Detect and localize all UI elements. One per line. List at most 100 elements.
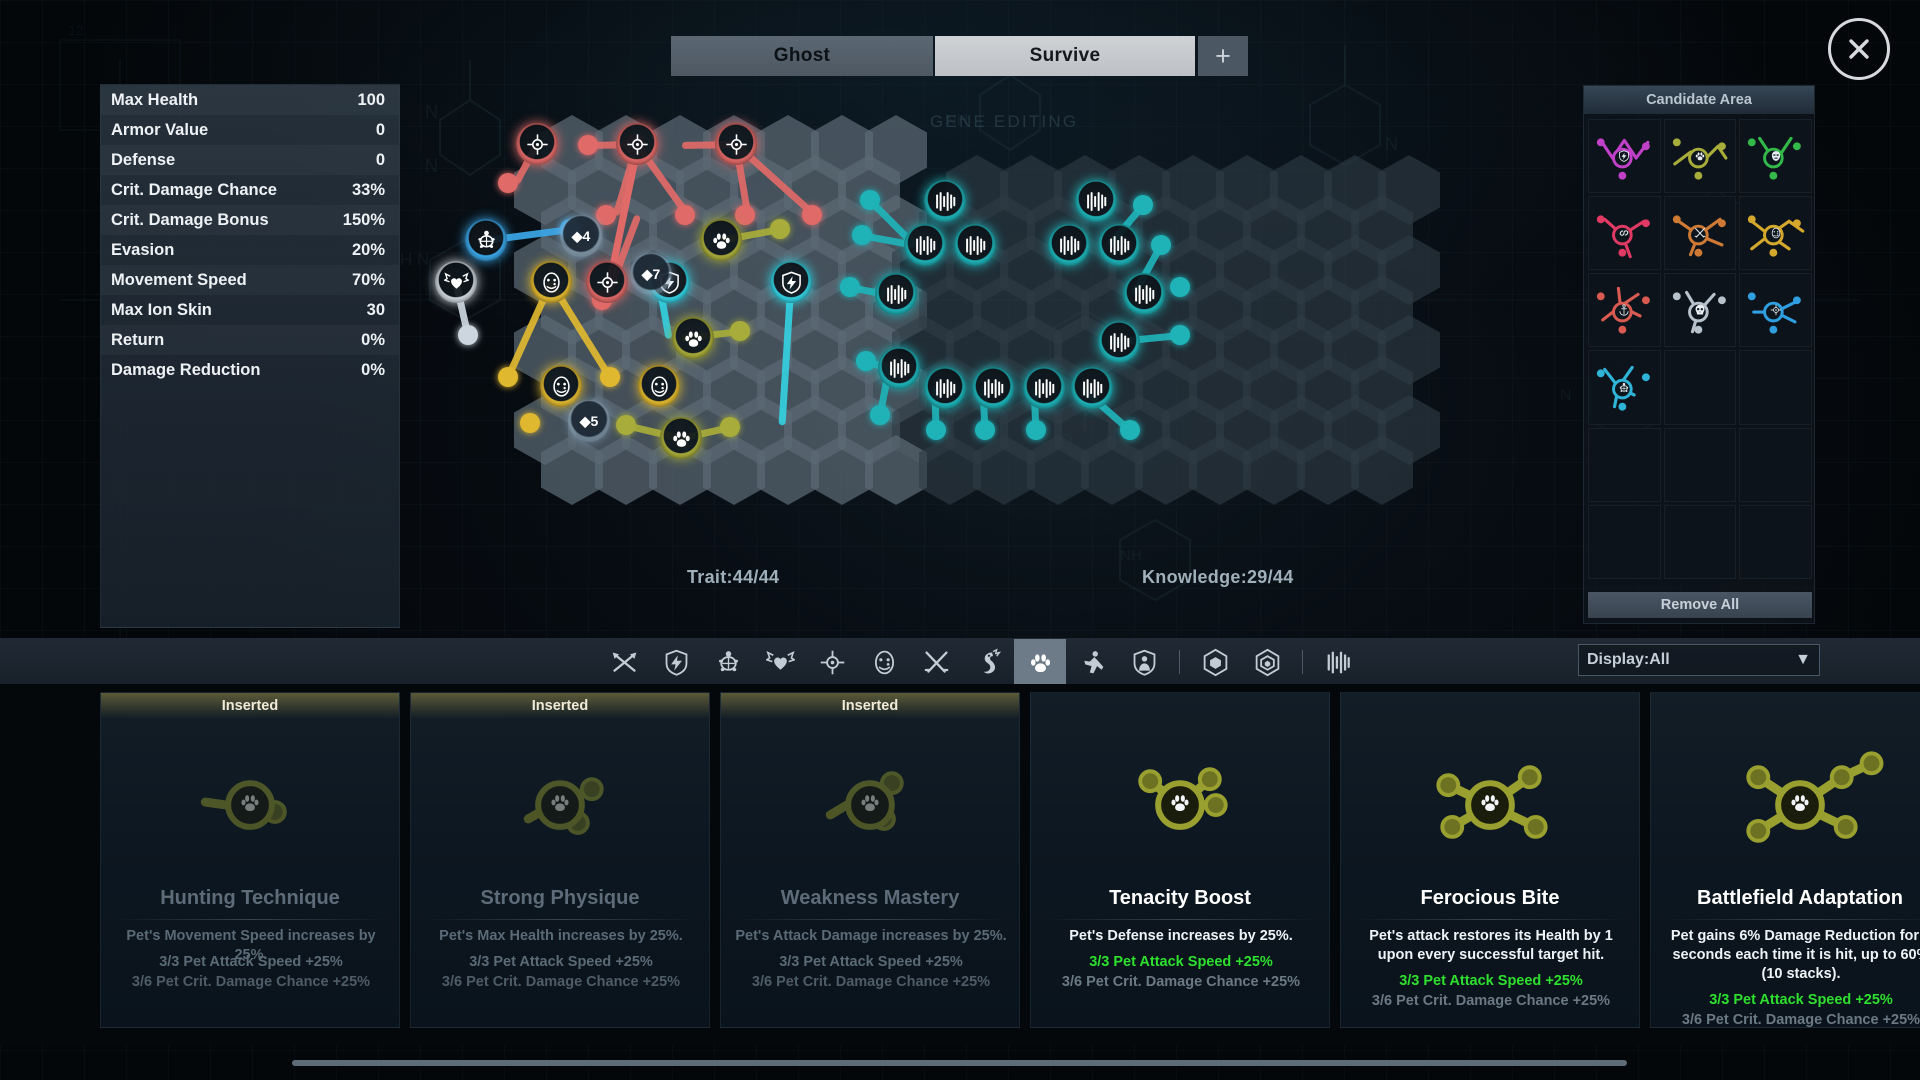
- gene-node[interactable]: [1075, 180, 1117, 222]
- gene-node[interactable]: [672, 317, 714, 359]
- candidate-slot[interactable]: [1739, 505, 1812, 579]
- gene-node[interactable]: [540, 365, 582, 407]
- candidate-slot[interactable]: [1664, 350, 1737, 424]
- close-button[interactable]: [1828, 18, 1890, 80]
- gene-node[interactable]: [530, 261, 572, 303]
- gene-link-stub[interactable]: [926, 420, 946, 440]
- gene-node[interactable]: [1071, 367, 1113, 409]
- gene-counter-node[interactable]: ◆5: [568, 400, 610, 442]
- gene-card[interactable]: Tenacity BoostPet's Defense increases by…: [1030, 692, 1330, 1028]
- gene-node[interactable]: [586, 261, 628, 303]
- tab-survive[interactable]: Survive: [935, 36, 1195, 76]
- filter-lightning-shield[interactable]: [650, 639, 702, 685]
- gene-link-stub[interactable]: [1026, 420, 1046, 440]
- candidate-slot[interactable]: [1664, 505, 1737, 579]
- gene-link-stub[interactable]: [856, 351, 876, 371]
- gene-card[interactable]: Battlefield AdaptationPet gains 6% Damag…: [1650, 692, 1920, 1028]
- filter-crosshair[interactable]: [806, 639, 858, 685]
- candidate-slot[interactable]: [1739, 119, 1812, 193]
- gene-counter-node[interactable]: ◆7: [630, 253, 672, 295]
- candidate-slot[interactable]: [1739, 273, 1812, 347]
- filter-runner[interactable]: [1066, 639, 1118, 685]
- gene-node[interactable]: [616, 123, 658, 165]
- candidate-slot[interactable]: [1664, 273, 1737, 347]
- candidate-slot[interactable]: [1664, 119, 1737, 193]
- gene-node[interactable]: [465, 219, 507, 261]
- candidate-slot[interactable]: [1588, 428, 1661, 502]
- filter-hex-core[interactable]: [1189, 639, 1241, 685]
- gene-node[interactable]: [715, 123, 757, 165]
- gene-card[interactable]: Ferocious BitePet's attack restores its …: [1340, 692, 1640, 1028]
- gene-link-stub[interactable]: [498, 173, 518, 193]
- gene-link-stub[interactable]: [578, 135, 598, 155]
- gene-link-stub[interactable]: [498, 367, 518, 387]
- gene-link-stub[interactable]: [600, 367, 620, 387]
- candidate-slot[interactable]: [1739, 350, 1812, 424]
- gene-link-stub[interactable]: [975, 420, 995, 440]
- gene-node[interactable]: [875, 273, 917, 315]
- gene-link-stub[interactable]: [616, 415, 636, 435]
- filter-face[interactable]: [858, 639, 910, 685]
- candidate-slot[interactable]: [1588, 505, 1661, 579]
- card-scrollbar-thumb[interactable]: [292, 1060, 1627, 1066]
- filter-shield-person[interactable]: [1118, 639, 1170, 685]
- gene-node[interactable]: [878, 347, 920, 389]
- gene-node[interactable]: [770, 261, 812, 303]
- gene-link-stub[interactable]: [1170, 277, 1190, 297]
- gene-link-stub[interactable]: [1170, 325, 1190, 345]
- gene-node[interactable]: [954, 224, 996, 266]
- remove-all-button[interactable]: Remove All: [1588, 592, 1812, 618]
- candidate-slot[interactable]: [1588, 273, 1661, 347]
- gene-node[interactable]: [904, 224, 946, 266]
- filter-dna-bars[interactable]: [1312, 639, 1364, 685]
- candidate-slot[interactable]: [1739, 196, 1812, 270]
- filter-swords[interactable]: [910, 639, 962, 685]
- filter-crossed-arrows[interactable]: [598, 639, 650, 685]
- gene-node[interactable]: [700, 219, 742, 261]
- candidate-slot[interactable]: [1588, 119, 1661, 193]
- candidate-slot[interactable]: [1588, 196, 1661, 270]
- gene-link-stub[interactable]: [1120, 420, 1140, 440]
- gene-link-stub[interactable]: [720, 417, 740, 437]
- gene-card[interactable]: Inserted Strong PhysiquePet's Max Health…: [410, 692, 710, 1028]
- gene-link-stub[interactable]: [770, 219, 790, 239]
- gene-link-stub[interactable]: [1133, 195, 1153, 215]
- display-filter-dropdown[interactable]: Display:All ▼: [1578, 644, 1820, 676]
- candidate-slot[interactable]: [1588, 350, 1661, 424]
- gene-card[interactable]: Inserted Weakness MasteryPet's Attack Da…: [720, 692, 1020, 1028]
- gene-node[interactable]: [1123, 273, 1165, 315]
- gene-link-stub[interactable]: [860, 190, 880, 210]
- gene-link-stub[interactable]: [802, 205, 822, 225]
- gene-link-stub[interactable]: [596, 205, 616, 225]
- filter-turtle[interactable]: [702, 639, 754, 685]
- gene-node[interactable]: [1023, 367, 1065, 409]
- gene-node[interactable]: [660, 417, 702, 459]
- gene-node[interactable]: [924, 367, 966, 409]
- gene-link-stub[interactable]: [852, 225, 872, 245]
- gene-node[interactable]: [435, 261, 477, 303]
- candidate-slot[interactable]: [1739, 428, 1812, 502]
- candidate-slot[interactable]: [1664, 428, 1737, 502]
- gene-link-stub[interactable]: [520, 413, 540, 433]
- gene-node[interactable]: [1048, 224, 1090, 266]
- gene-link-stub[interactable]: [840, 277, 860, 297]
- gene-node[interactable]: [1098, 224, 1140, 266]
- gene-node[interactable]: [516, 123, 558, 165]
- gene-card[interactable]: Inserted Hunting TechniquePet's Movement…: [100, 692, 400, 1028]
- gene-link-stub[interactable]: [675, 205, 695, 225]
- gene-node[interactable]: [972, 367, 1014, 409]
- gene-node[interactable]: [924, 180, 966, 222]
- filter-paw[interactable]: [1014, 639, 1066, 685]
- filter-hex-double[interactable]: [1241, 639, 1293, 685]
- gene-link-stub[interactable]: [735, 205, 755, 225]
- gene-link-stub[interactable]: [458, 325, 478, 345]
- gene-node[interactable]: [1098, 321, 1140, 363]
- filter-seahorse[interactable]: [962, 639, 1014, 685]
- add-tab-button[interactable]: +: [1198, 36, 1248, 76]
- gene-link-stub[interactable]: [730, 321, 750, 341]
- filter-winged-heart[interactable]: [754, 639, 806, 685]
- gene-counter-node[interactable]: ◆4: [560, 215, 602, 257]
- gene-link-stub[interactable]: [870, 405, 890, 425]
- tab-ghost[interactable]: Ghost: [671, 36, 933, 76]
- gene-node[interactable]: [638, 365, 680, 407]
